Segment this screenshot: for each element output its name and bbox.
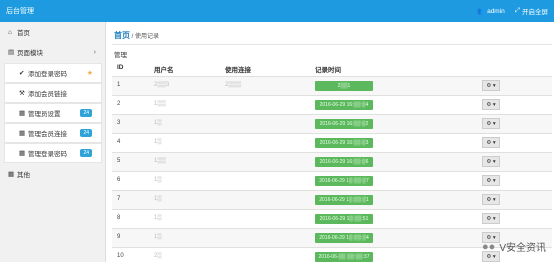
cell-time-badge: 2016-06-29 1▒:▒▒:▒7 <box>315 176 373 186</box>
cell-link: 2▒▒▒ <box>225 82 242 88</box>
sidebar-item-label: 添加登录密码 <box>28 71 67 78</box>
grid-icon: ▦ <box>19 150 26 157</box>
star-icon: ★ <box>86 70 93 77</box>
breadcrumb-separator: / <box>131 34 134 40</box>
sidebar-item-label: 管理登录密码 <box>28 151 67 158</box>
table-row: 5 1▒▒ 2016-06-29 16:▒▒:▒6 ⚙ ▾ <box>112 152 552 171</box>
sidebar-item-add-login-password[interactable]: ✔ 添加登录密码 ★ <box>4 63 102 83</box>
column-header-username: 用户名 <box>154 67 174 74</box>
cell-id: 3 <box>117 120 121 126</box>
grid-icon: ▦ <box>19 130 26 137</box>
sidebar-item-home[interactable]: ⌂ 首页 <box>0 22 106 42</box>
sidebar-item-add-member-link[interactable]: ⚒ 添加会员链接 <box>4 83 102 103</box>
sidebar-item-other[interactable]: ▦ 其他 <box>0 164 106 184</box>
sidebar-item-label: 其他 <box>17 172 30 179</box>
wrench-icon: ⚒ <box>19 90 25 97</box>
cell-id: 10 <box>117 253 124 259</box>
check-icon: ✔ <box>19 70 25 77</box>
user-menu[interactable]: 👥 admin <box>477 6 505 16</box>
watermark-text: V安全资讯 <box>499 243 546 254</box>
sidebar-item-label: 添加会员链接 <box>28 91 67 98</box>
cell-time-badge: 2016-06-29 16:▒▒:▒3 <box>315 138 373 148</box>
users-icon: 👥 <box>476 8 486 15</box>
sidebar-item-label: 首页 <box>17 30 30 37</box>
cell-username: 1▒ <box>154 120 162 126</box>
cell-username: 1▒▒ <box>154 158 166 164</box>
breadcrumb: 首页 / 使用记录 <box>114 30 159 41</box>
cell-time-badge: 2016-06-29 1▒:▒▒:▒1 <box>315 195 373 205</box>
sidebar-item-label: 管理会员连接 <box>28 131 67 138</box>
table-row: 6 1▒ 2016-06-29 1▒:▒▒:▒7 ⚙ ▾ <box>112 171 552 190</box>
cell-username: 2▒▒3 <box>154 82 170 88</box>
cell-time-badge: 2016-06-29 1▒:▒▒:51 <box>315 214 373 224</box>
gear-dropdown-button[interactable]: ⚙ ▾ <box>482 80 500 91</box>
fullscreen-label: 开启全屏 <box>522 9 548 16</box>
grid-icon: ▦ <box>19 110 26 117</box>
table-row: 3 1▒ 2016-06-29 16:▒▒:▒2 ⚙ ▾ <box>112 114 552 133</box>
fullscreen-icon: ⤢ <box>514 7 520 14</box>
sidebar-item-label: 管理员设置 <box>28 111 61 118</box>
gear-dropdown-button[interactable]: ⚙ ▾ <box>482 175 500 186</box>
count-badge: 24 <box>80 129 92 137</box>
sidebar-item-manage-login-passwords[interactable]: ▦ 管理登录密码 24 <box>4 143 102 163</box>
cell-id: 7 <box>117 196 121 202</box>
top-bar: 后台管理 👥 admin ⤢ 开启全屏 <box>0 0 554 22</box>
gear-dropdown-button[interactable]: ⚙ ▾ <box>482 213 500 224</box>
cell-username: 1▒ <box>154 215 162 221</box>
cell-username: 1▒ <box>154 234 162 240</box>
main-content: 首页 / 使用记录 管理 ID 用户名 使用连接 记录时间 1 2▒▒3 2▒▒▒ 2… <box>107 22 554 262</box>
file-icon: ▤ <box>8 49 15 56</box>
chevron-right-icon: › <box>93 48 96 56</box>
gear-dropdown-button[interactable]: ⚙ ▾ <box>482 194 500 205</box>
table-row: 8 1▒ 2016-06-29 1▒:▒▒:51 ⚙ ▾ <box>112 209 552 228</box>
cell-username: 1▒ <box>154 177 162 183</box>
gear-dropdown-button[interactable]: ⚙ ▾ <box>482 156 500 167</box>
sidebar-item-page-module[interactable]: ▤ 页面模块 › <box>0 42 106 62</box>
cell-id: 5 <box>117 158 121 164</box>
breadcrumb-current: 使用记录 <box>135 34 160 40</box>
sidebar-item-label: 页面模块 <box>17 50 43 57</box>
cell-time-badge: 2016-06-29 16:▒▒:▒2 <box>315 119 373 129</box>
table-row: 2 1▒▒ 2016-06-29 16:▒▒:▒4 ⚙ ▾ <box>112 95 552 114</box>
table-row: 4 1▒ 2016-06-29 16:▒▒:▒3 ⚙ ▾ <box>112 133 552 152</box>
app-title: 后台管理 <box>6 8 34 15</box>
column-header-time: 记录时间 <box>315 67 341 74</box>
table-row: 7 1▒ 2016-06-29 1▒:▒▒:▒1 ⚙ ▾ <box>112 190 552 209</box>
cell-time-badge: 2▒▒1 <box>315 81 373 91</box>
watermark: ●● V安全资讯 <box>482 239 546 255</box>
breadcrumb-home[interactable]: 首页 <box>114 31 130 40</box>
cell-id: 8 <box>117 215 121 221</box>
sidebar: ⌂ 首页 ▤ 页面模块 › ✔ 添加登录密码 ★ ⚒ 添加会员链接 ▦ 管理员设… <box>0 22 106 262</box>
cell-time-badge: 2016-06-29 16:▒▒:▒4 <box>315 100 373 110</box>
column-header-id: ID <box>117 64 124 71</box>
cell-id: 2 <box>117 101 121 107</box>
gear-dropdown-button[interactable]: ⚙ ▾ <box>482 99 500 110</box>
cell-time-badge: 2016-06-29 1▒:▒▒:▒4 <box>315 233 373 243</box>
table-row: 1 2▒▒3 2▒▒▒ 2▒▒1 ⚙ ▾ <box>112 76 552 95</box>
fullscreen-button[interactable]: ⤢ 开启全屏 <box>515 6 548 16</box>
gear-dropdown-button[interactable]: ⚙ ▾ <box>482 118 500 129</box>
cell-time-badge: 2016-06-29 16:▒▒:▒6 <box>315 157 373 167</box>
section-title: 管理 <box>114 52 127 59</box>
cell-username: 1▒ <box>154 196 162 202</box>
gear-dropdown-button[interactable]: ⚙ ▾ <box>482 137 500 148</box>
user-name: admin <box>487 7 505 15</box>
divider <box>112 44 552 45</box>
home-icon: ⌂ <box>8 28 12 36</box>
cell-username: 1▒▒ <box>154 101 166 107</box>
cell-id: 9 <box>117 234 121 240</box>
cell-id: 6 <box>117 177 121 183</box>
table-icon: ▦ <box>8 171 15 178</box>
sidebar-item-manage-member-links[interactable]: ▦ 管理会员连接 24 <box>4 123 102 143</box>
cell-username: 1▒ <box>154 139 162 145</box>
cell-username: 2▒ <box>154 253 162 259</box>
sidebar-item-admin-settings[interactable]: ▦ 管理员设置 24 <box>4 103 102 123</box>
cell-time-badge: 2016-06-▒▒ ▒▒:▒▒:37 <box>315 252 373 262</box>
cell-id: 1 <box>117 82 121 88</box>
wechat-logo-icon: ●● <box>482 240 496 253</box>
column-header-link: 使用连接 <box>225 67 251 74</box>
count-badge: 24 <box>80 149 92 157</box>
cell-id: 4 <box>117 139 121 145</box>
count-badge: 24 <box>80 109 92 117</box>
